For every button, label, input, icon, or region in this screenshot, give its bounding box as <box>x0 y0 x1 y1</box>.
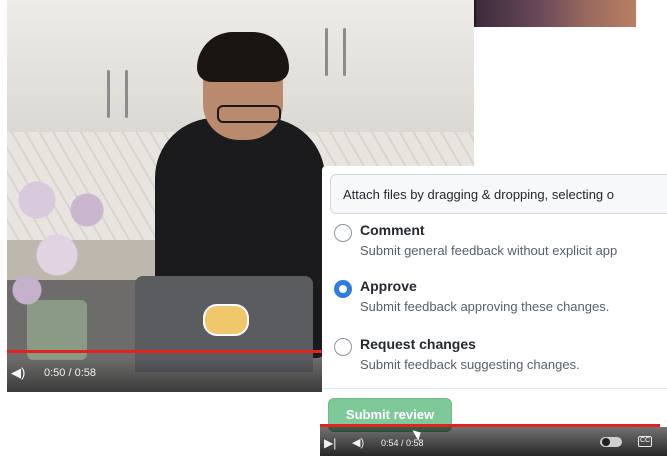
review-panel: Attach files by dragging & dropping, sel… <box>322 166 667 456</box>
cabinet-handle <box>343 28 346 76</box>
cabinet-handle <box>325 28 328 76</box>
time-display: 0:50 / 0:58 <box>44 367 96 379</box>
kitchen-cabinet <box>345 0 474 132</box>
cabinet-handle <box>125 70 128 118</box>
person-hair <box>197 32 289 82</box>
autoplay-toggle[interactable] <box>600 437 622 447</box>
attach-files-dropzone[interactable]: Attach files by dragging & dropping, sel… <box>330 174 667 214</box>
divider <box>322 388 667 389</box>
option-description: Submit feedback approving these changes. <box>360 299 610 314</box>
radio-comment[interactable] <box>334 224 352 242</box>
next-icon[interactable]: ▶| <box>324 436 336 450</box>
sunset-thumbnail <box>476 0 636 27</box>
volume-icon[interactable]: ◀) <box>352 436 364 449</box>
option-title: Request changes <box>360 336 476 352</box>
cc-icon[interactable]: CC <box>638 436 652 447</box>
option-title: Approve <box>360 278 417 294</box>
laptop-sticker <box>203 304 249 336</box>
kitchen-cabinet <box>7 0 117 132</box>
person-glasses <box>217 105 281 123</box>
option-description: Submit feedback suggesting changes. <box>360 357 580 372</box>
radio-request-changes[interactable] <box>334 338 352 356</box>
option-title: Comment <box>360 222 425 238</box>
option-description: Submit general feedback without explicit… <box>360 243 618 258</box>
radio-approve[interactable] <box>334 280 352 298</box>
volume-icon[interactable]: ◀) <box>11 366 25 380</box>
cabinet-handle <box>107 70 110 118</box>
